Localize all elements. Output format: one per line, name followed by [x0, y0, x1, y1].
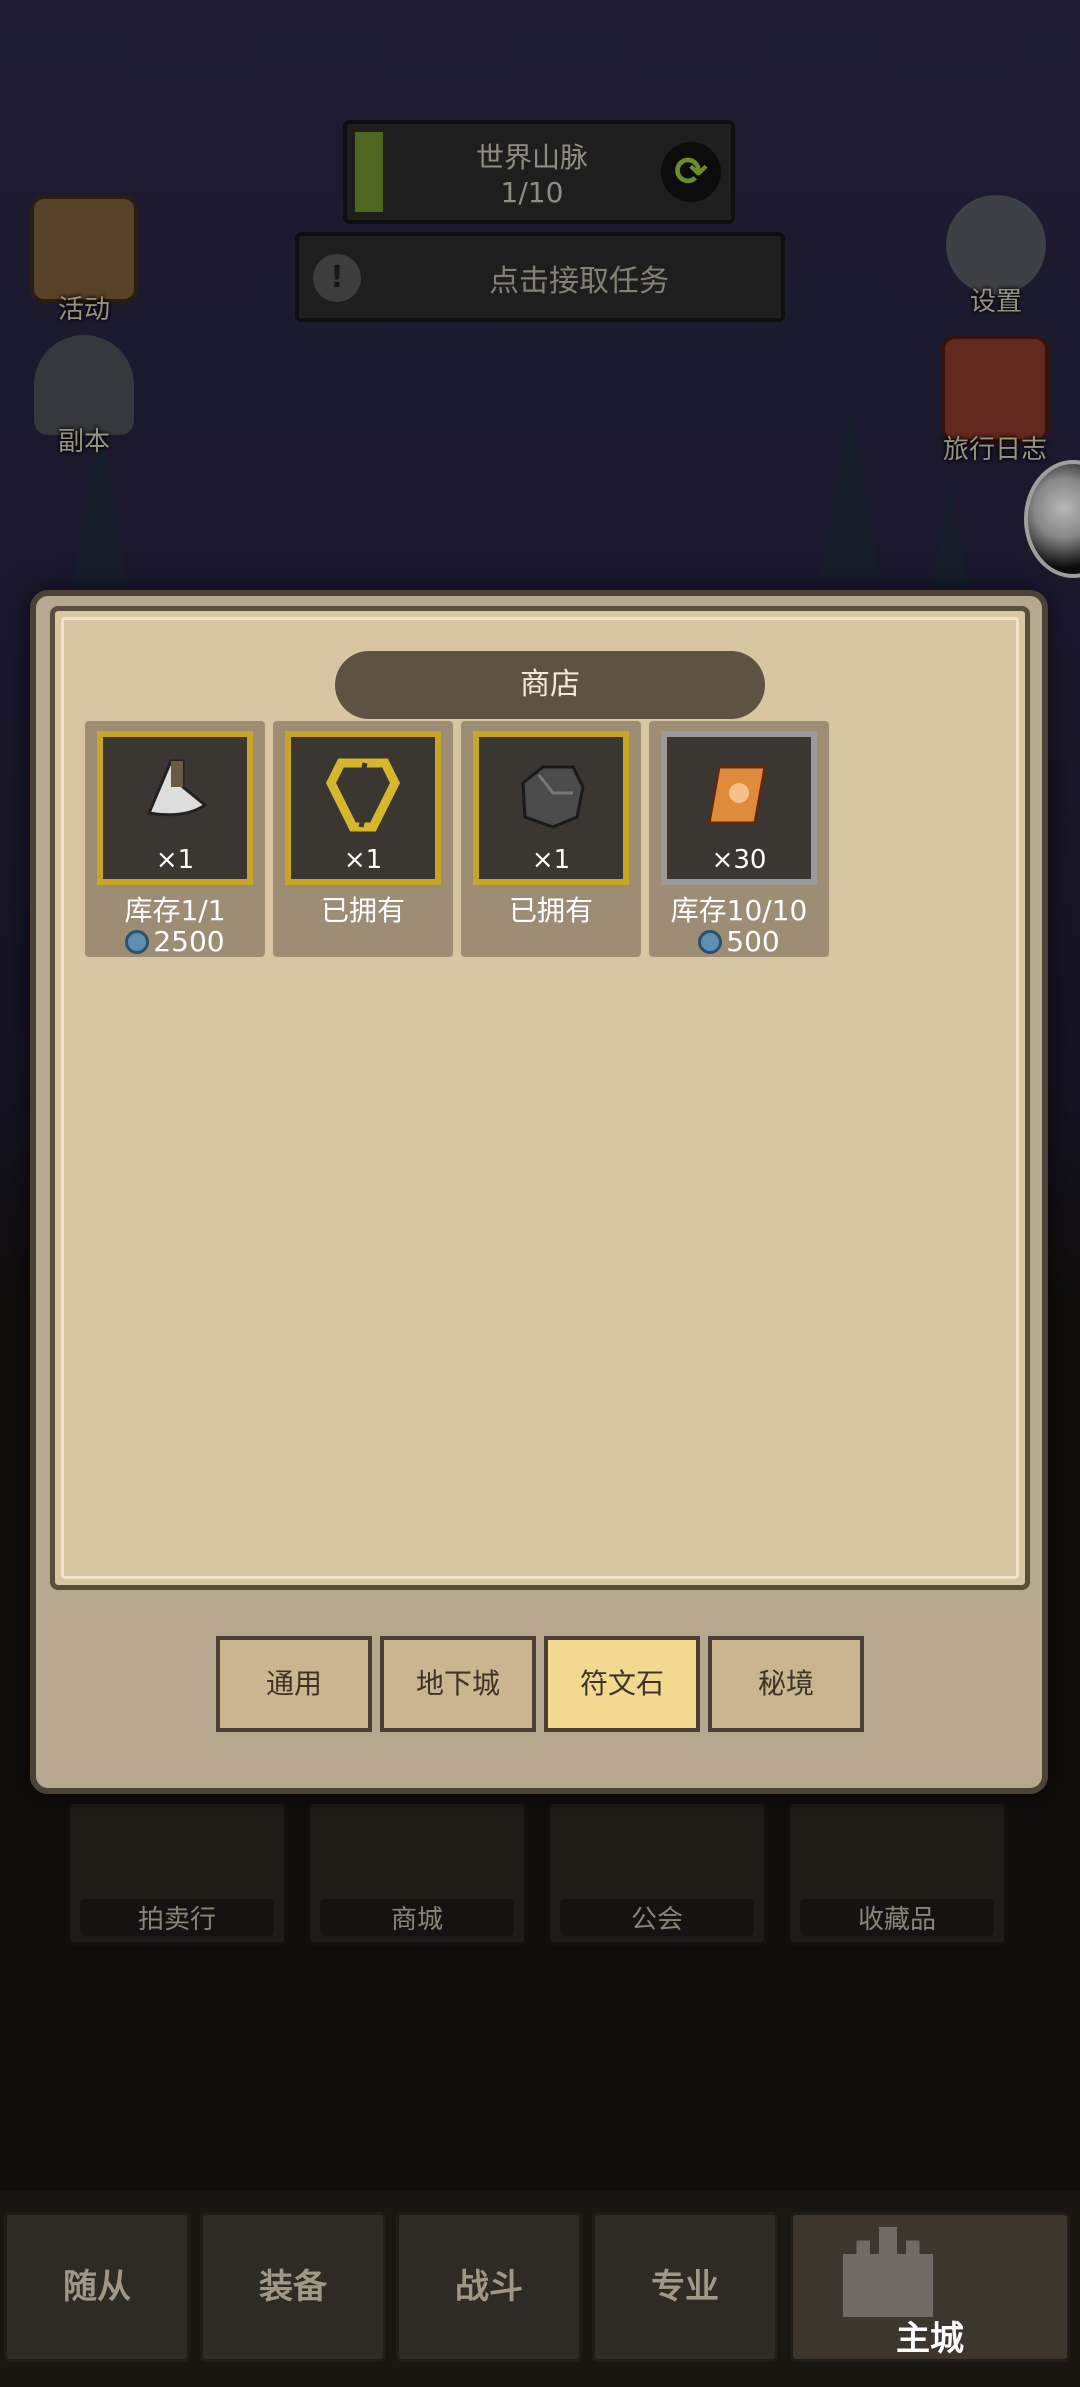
shop-paper: 商店 ×1 库存1/1 2500 ×1 已拥有 ×1 已拥有 ×30 库存10/…: [50, 606, 1030, 1590]
item-owned-status: 已拥有: [320, 894, 405, 927]
shop-title: 商店: [335, 651, 765, 719]
tab-dungeon[interactable]: 地下城: [380, 1636, 536, 1732]
tab-general[interactable]: 通用: [216, 1636, 372, 1732]
nav-followers[interactable]: 随从: [4, 2212, 190, 2362]
castle-icon: [843, 2227, 933, 2317]
shop-item[interactable]: ×1 库存1/1 2500: [85, 721, 265, 958]
nav-battle[interactable]: 战斗: [396, 2212, 582, 2362]
nav-main-city-label: 主城: [896, 2319, 964, 2359]
item-frame: ×1: [97, 731, 253, 885]
nav-main-city[interactable]: 主城: [790, 2212, 1070, 2362]
nav-profession[interactable]: 专业: [592, 2212, 778, 2362]
item-price: 500: [649, 925, 829, 958]
shop-modal: 商店 ×1 库存1/1 2500 ×1 已拥有 ×1 已拥有 ×30 库存10/…: [30, 590, 1048, 1794]
gem-icon: [698, 930, 723, 954]
item-frame: ×1: [285, 731, 441, 885]
item-stock: 库存10/10: [670, 894, 808, 927]
item-quantity: ×1: [155, 845, 195, 875]
shop-item[interactable]: ×30 库存10/10 500: [649, 721, 829, 958]
bottom-nav: 随从 装备 战斗 专业 主城: [0, 2190, 1080, 2387]
item-quantity: ×30: [711, 845, 767, 875]
gem-icon: [125, 930, 150, 954]
item-frame: ×1: [473, 731, 629, 885]
item-frame: ×30: [661, 731, 817, 885]
nav-equipment[interactable]: 装备: [200, 2212, 386, 2362]
item-quantity: ×1: [531, 845, 571, 875]
shop-item[interactable]: ×1 已拥有: [461, 721, 641, 957]
item-owned-status: 已拥有: [508, 894, 593, 927]
tab-runestone[interactable]: 符文石: [544, 1636, 700, 1732]
horn-icon: [133, 753, 217, 837]
item-stock: 库存1/1: [124, 894, 226, 927]
rock-icon: [509, 753, 593, 837]
item-quantity: ×1: [343, 845, 383, 875]
shop-item[interactable]: ×1 已拥有: [273, 721, 453, 957]
tab-secret-realm[interactable]: 秘境: [708, 1636, 864, 1732]
broken-ring-icon: [321, 753, 405, 837]
scroll-icon: [697, 753, 781, 837]
item-price: 2500: [85, 925, 265, 958]
